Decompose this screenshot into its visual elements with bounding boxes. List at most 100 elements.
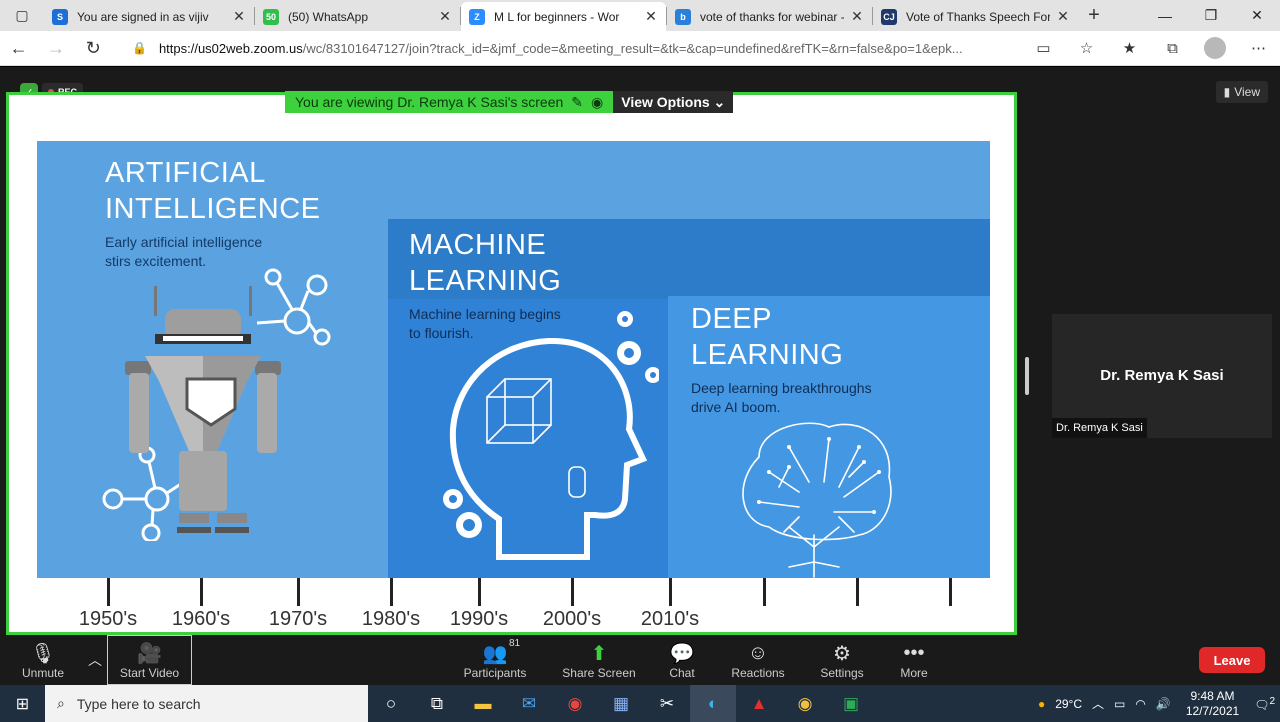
notifications-icon[interactable]: 🗨2	[1249, 696, 1280, 712]
tab-favicon-icon: b	[675, 8, 691, 25]
minimize-icon[interactable]: —	[1142, 0, 1188, 31]
address-bar[interactable]: 🔒 https://us02web.zoom.us/wc/83101647127…	[132, 34, 1012, 62]
reactions-icon: ☺	[747, 641, 769, 664]
tab-actions-icon[interactable]: ▢	[0, 0, 44, 31]
leave-button[interactable]: Leave	[1199, 647, 1265, 673]
share-screen-button[interactable]: ⬆ Share Screen	[561, 635, 637, 685]
ml-title-line2: LEARNING	[409, 265, 562, 297]
clock-date: 12/7/2021	[1185, 703, 1240, 718]
chevron-up-icon: ︿	[88, 652, 102, 668]
view-button[interactable]: ▮ View	[1215, 81, 1268, 103]
view-options-button[interactable]: View Options ⌄	[613, 91, 734, 113]
ml-head-illustration	[443, 311, 659, 560]
dl-sub-line2: drive AI boom.	[691, 399, 781, 415]
viewing-text: You are viewing Dr. Remya K Sasi's scree…	[295, 94, 564, 110]
reactions-label: Reactions	[731, 666, 785, 680]
weather-icon[interactable]: ●	[1033, 697, 1050, 711]
ml-title-line1: MACHINE	[409, 229, 547, 261]
favorites-icon[interactable]: ★	[1108, 31, 1151, 66]
sidebar-resize-handle[interactable]	[1025, 357, 1029, 395]
camera-icon[interactable]: ▭	[1022, 31, 1065, 66]
tab-title: You are signed in as vijiv	[77, 9, 209, 24]
muted-mic-icon: 🎙	[30, 642, 56, 665]
start-video-label: Start Video	[119, 666, 180, 680]
timeline-tick	[856, 578, 859, 606]
tab-close-icon[interactable]: ✕	[644, 8, 658, 25]
pen-icon[interactable]: ✎	[571, 94, 583, 111]
mail-icon[interactable]: ✉	[506, 685, 552, 722]
lock-icon[interactable]: 🔒	[132, 41, 147, 55]
refresh-button[interactable]: ↻	[75, 31, 112, 66]
wifi-icon[interactable]: ◠	[1130, 697, 1150, 711]
forward-button[interactable]: →	[37, 31, 74, 66]
back-button[interactable]: ←	[0, 31, 37, 66]
file-explorer-icon[interactable]: ▬	[460, 685, 506, 722]
excel-icon[interactable]: ▣	[828, 685, 874, 722]
timeline-tick	[571, 578, 574, 606]
clock[interactable]: 9:48 AM 12/7/2021	[1176, 689, 1249, 719]
chrome-icon[interactable]: ◉	[552, 685, 598, 722]
decade-label: 2010's	[640, 608, 700, 630]
settings-label: Settings	[820, 666, 864, 680]
timeline-tick	[669, 578, 672, 606]
video-off-icon: 🎥	[137, 642, 162, 665]
participants-label: Participants	[463, 666, 527, 680]
edge-icon[interactable]: ◐	[690, 685, 736, 722]
more-label: More	[900, 666, 928, 680]
acrobat-icon[interactable]: ▲	[736, 685, 782, 722]
cortana-icon[interactable]: ○	[368, 685, 414, 722]
task-view-icon[interactable]: ⧉	[414, 685, 460, 722]
snipping-tool-icon[interactable]: ✂	[644, 685, 690, 722]
windows-start-icon[interactable]: ⊞	[0, 685, 45, 722]
store-icon[interactable]: ▦	[598, 685, 644, 722]
taskbar-search-box[interactable]: ⌕ Type here to search	[45, 685, 368, 722]
tray-chevron-icon[interactable]: ︿	[1087, 695, 1109, 712]
participant-tile[interactable]: Dr. Remya K Sasi Dr. Remya K Sasi	[1052, 314, 1272, 438]
start-video-button[interactable]: 🎥 Start Video	[107, 635, 192, 685]
timeline-tick	[107, 578, 110, 606]
chat-button[interactable]: 💬 Chat	[660, 635, 704, 685]
decade-label: 1950's	[78, 608, 138, 630]
profile-avatar[interactable]	[1194, 31, 1237, 66]
chat-icon: 💬	[669, 642, 695, 665]
chrome-alt-icon[interactable]: ◉	[782, 685, 828, 722]
participant-label: Dr. Remya K Sasi	[1052, 418, 1147, 438]
browser-tab[interactable]: Z M L for beginners - Wor ✕	[461, 2, 666, 31]
stop-record-icon[interactable]: ◉	[591, 94, 603, 111]
audio-options-button[interactable]: ︿	[84, 635, 106, 685]
view-options-label: View Options	[621, 94, 710, 110]
tab-close-icon[interactable]: ✕	[232, 8, 246, 25]
participants-count: 81	[509, 638, 521, 649]
more-button[interactable]: ••• More	[892, 635, 936, 685]
gear-icon: ⚙	[833, 642, 851, 665]
reactions-button[interactable]: ☺ Reactions	[728, 635, 788, 685]
browser-tab[interactable]: b vote of thanks for webinar - E ✕	[667, 2, 872, 31]
browser-tab[interactable]: CJ Vote of Thanks Speech For G ✕	[873, 2, 1078, 31]
dl-title: DEEP LEARNING	[691, 301, 843, 373]
restore-icon[interactable]: ❐	[1188, 0, 1234, 31]
notification-count: 2	[1269, 695, 1275, 707]
new-tab-button[interactable]: +	[1078, 4, 1110, 27]
url-host: https://us02web.zoom.us	[158, 40, 303, 56]
volume-icon[interactable]: 🔊	[1151, 697, 1176, 711]
tab-close-icon[interactable]: ✕	[1056, 8, 1070, 25]
collections-icon[interactable]: ⧉	[1151, 31, 1194, 66]
browser-tab[interactable]: S You are signed in as vijiv ✕	[44, 2, 254, 31]
zoom-meeting-area: ✓ REC ▮View ARTIFICIAL INTELLIGENCE Earl…	[0, 67, 1280, 635]
decade-label: 1980's	[361, 608, 421, 630]
dl-sub-line1: Deep learning breakthroughs	[691, 380, 872, 396]
add-favorite-icon[interactable]: ☆	[1065, 31, 1108, 66]
tab-close-icon[interactable]: ✕	[850, 8, 864, 25]
tab-favicon-icon: S	[52, 8, 68, 25]
unmute-button[interactable]: 🎙 Unmute	[14, 635, 72, 685]
settings-menu-icon[interactable]: ⋯	[1237, 31, 1280, 66]
settings-button[interactable]: ⚙ Settings	[816, 635, 868, 685]
address-toolbar: ← → ↻ 🔒 https://us02web.zoom.us/wc/83101…	[0, 31, 1280, 66]
browser-tab[interactable]: 50 (50) WhatsApp ✕	[255, 2, 460, 31]
meet-now-icon[interactable]: ▭	[1109, 697, 1130, 711]
tab-close-icon[interactable]: ✕	[438, 8, 452, 25]
temperature-label[interactable]: 29°C	[1050, 697, 1087, 711]
participants-button[interactable]: 👥 Participants	[459, 635, 531, 685]
view-layout-icon: ▮	[1223, 85, 1231, 99]
close-window-icon[interactable]: ✕	[1234, 0, 1280, 31]
